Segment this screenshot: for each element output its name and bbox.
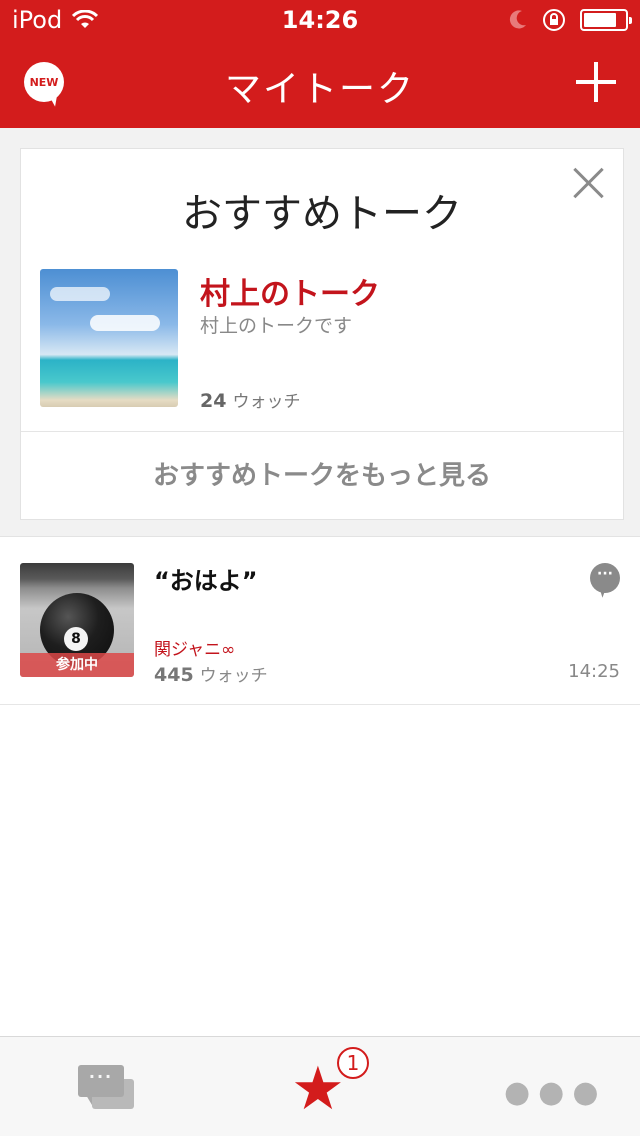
- tab-favorites[interactable]: ★ 1: [213, 1037, 426, 1136]
- talk-group-name: 関ジャニ∞: [154, 640, 236, 660]
- talk-watch-info: 445 ウォッチ: [154, 661, 268, 686]
- recommended-talk-item[interactable]: 村上のトーク 村上のトークです 24 ウォッチ: [40, 269, 620, 412]
- cloud-shape: [50, 287, 110, 301]
- cloud-shape: [90, 315, 160, 331]
- tab-bar: ··· ★ 1 ●●●: [0, 1036, 640, 1136]
- battery-icon: [580, 9, 632, 31]
- talk-watch-label: ウォッチ: [199, 666, 268, 686]
- page-title: マイトーク: [224, 69, 415, 110]
- recommended-talk-thumbnail: [40, 269, 178, 407]
- status-bar: iPod 14:26: [0, 0, 640, 40]
- battery-fill: [584, 13, 616, 27]
- main-content: おすすめトーク 村上のトーク 村上のトークです 24 ウォッチ おすすめトークをも…: [0, 128, 640, 1036]
- talk-watch-count: 445: [154, 664, 194, 686]
- moon-icon: [509, 10, 526, 29]
- rotation-lock-icon: [543, 9, 565, 31]
- notification-badge: 1: [337, 1047, 369, 1079]
- tab-more[interactable]: ●●●: [426, 1037, 639, 1136]
- talk-timestamp: 14:25: [568, 661, 620, 682]
- recommended-talk-description: 村上のトークです: [200, 315, 353, 337]
- eight-ball-label: 8: [64, 627, 88, 651]
- speech-bubble-icon: ···: [590, 563, 620, 593]
- status-right: [508, 8, 632, 32]
- more-dots-icon: ●●●: [504, 1075, 607, 1110]
- talk-thumbnail: 8 参加中: [20, 563, 134, 677]
- recommended-talk-title: 村上のトーク: [200, 277, 380, 312]
- recommended-watch-info: 24 ウォッチ: [200, 387, 300, 412]
- star-icon: ★: [291, 1054, 345, 1124]
- recommended-card: おすすめトーク 村上のトーク 村上のトークです 24 ウォッチ おすすめトークをも…: [20, 148, 624, 520]
- see-more-recommended-button[interactable]: おすすめトークをもっと見る: [21, 431, 623, 519]
- app-screen: iPod 14:26 NEW マイトーク おすすめトーク 村上のトーク 村上のト…: [0, 0, 640, 1136]
- recommended-watch-label: ウォッチ: [232, 392, 301, 412]
- recommended-watch-count: 24: [200, 390, 227, 412]
- recommended-section: おすすめトーク 村上のトーク 村上のトークです 24 ウォッチ おすすめトークをも…: [0, 128, 640, 537]
- talk-title: “おはよ”: [154, 567, 258, 595]
- add-button[interactable]: [576, 62, 616, 102]
- joined-badge: 参加中: [20, 653, 134, 677]
- tab-talks[interactable]: ···: [0, 1037, 213, 1136]
- talk-list-item[interactable]: 8 参加中 “おはよ” ··· 関ジャニ∞ 445 ウォッチ 14:25: [0, 537, 640, 705]
- nav-bar: NEW マイトーク: [0, 40, 640, 128]
- chat-bubbles-icon: ···: [78, 1065, 136, 1115]
- recommended-heading: おすすめトーク: [182, 191, 462, 237]
- header: iPod 14:26 NEW マイトーク: [0, 0, 640, 128]
- chat-bubble-front: ···: [78, 1065, 124, 1105]
